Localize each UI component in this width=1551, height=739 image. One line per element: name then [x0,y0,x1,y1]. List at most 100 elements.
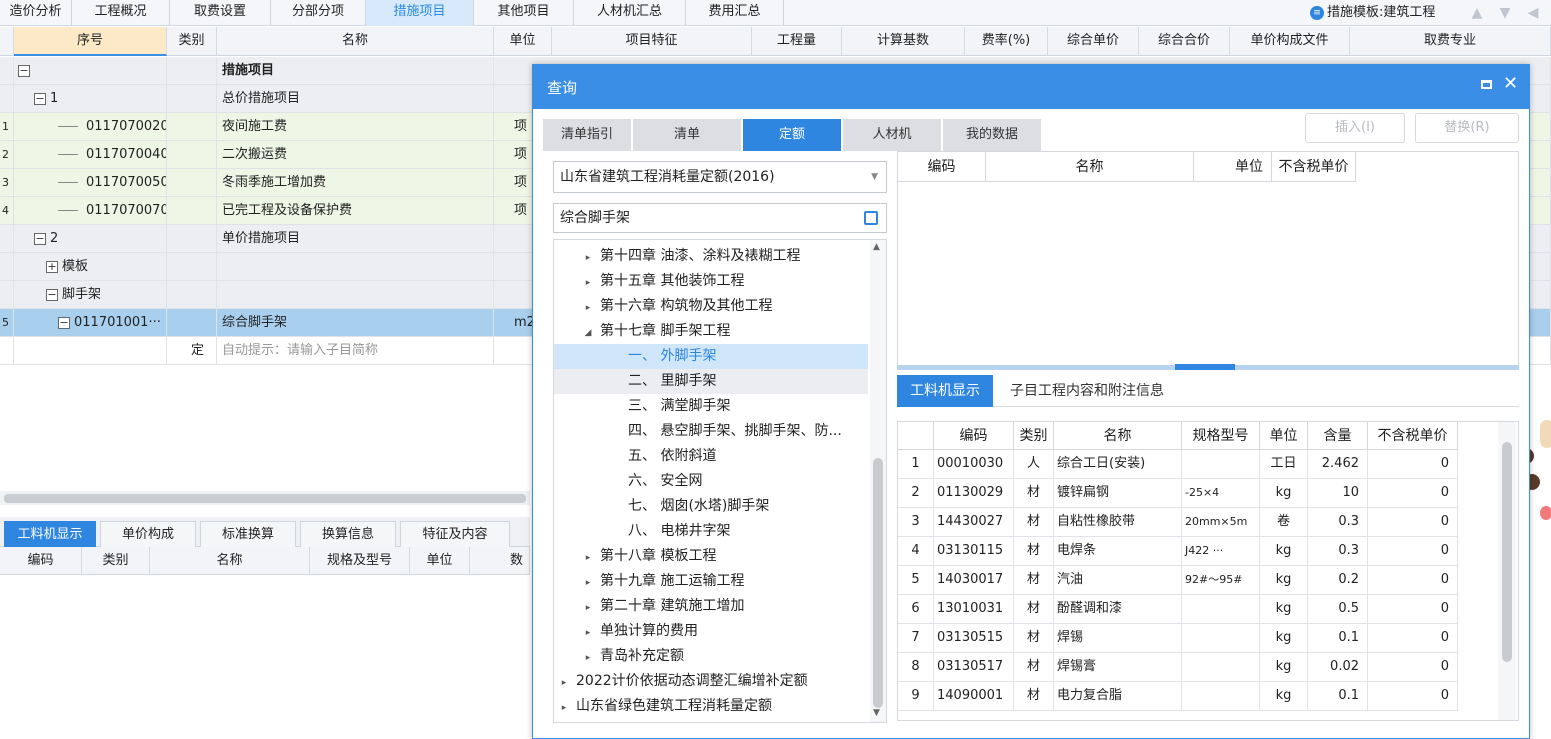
dialog-tab-quota[interactable]: 定额 [743,119,841,151]
row-seq-cell[interactable]: −1 [14,85,167,112]
header-calc-base[interactable]: 计算基数 [842,27,965,56]
dialog-tab-materials[interactable]: 人材机 [843,119,941,151]
scroll-thumb[interactable] [1502,442,1512,662]
tree-vertical-scrollbar[interactable]: ▲ ▼ [870,240,886,722]
tree-node[interactable]: ▸ 第十四章 油漆、涂料及裱糊工程 [554,244,868,269]
dialog-tab-bill[interactable]: 清单 [633,119,741,151]
caret-down-icon[interactable]: ◢ [582,321,594,346]
bottom-tab-materials[interactable]: 工料机显示 [4,521,96,547]
caret-right-icon[interactable]: ▸ [582,571,594,596]
row-type[interactable] [167,253,217,280]
arrow-up-icon[interactable]: ▲ [1468,3,1486,23]
row-type[interactable] [167,57,217,84]
material-row[interactable]: 7 03130515 材焊锡 kg 0.1 0 [898,624,1458,653]
row-seq-cell[interactable]: + 模板 [14,253,167,280]
header-name[interactable]: 名称 [217,27,494,56]
tree-node[interactable]: ▸ 第十九章 施工运输工程 [554,569,868,594]
tree-node[interactable]: 三、 满堂脚手架 [554,394,868,419]
dialog-tab-bill-guide[interactable]: 清单指引 [543,119,631,151]
arrow-left-icon[interactable]: ◀ [1524,3,1542,23]
detail-tab-materials[interactable]: 工料机显示 [897,375,993,407]
materials-vertical-scrollbar[interactable] [1498,422,1516,720]
scroll-thumb[interactable] [873,458,883,708]
header-fee-specialty[interactable]: 取费专业 [1350,27,1551,56]
material-row[interactable]: 4 03130115 材电焊条 J422 ··· kg 0.3 0 [898,537,1458,566]
bottom-tab-standard-conversion[interactable]: 标准换算 [200,521,296,547]
caret-right-icon[interactable]: ▸ [582,546,594,571]
material-row[interactable]: 2 01130029 材镀锌扁钢 -25×4 kg 10 0 [898,479,1458,508]
row-seq-cell[interactable] [14,337,167,364]
collapse-icon[interactable]: − [34,92,46,105]
row-name[interactable] [217,253,494,280]
insert-button[interactable]: 插入(I) [1305,113,1405,143]
row-name[interactable]: 综合脚手架 [217,309,494,336]
row-type[interactable] [167,309,217,336]
header-feature[interactable]: 项目特征 [552,27,752,56]
material-row[interactable]: 5 14030017 材汽油 92#～95# kg 0.2 0 [898,566,1458,595]
header-unit[interactable]: 单位 [494,27,552,56]
dialog-title-bar[interactable]: 查询 ✕ [533,65,1529,109]
tree-node[interactable]: 五、 依附斜道 [554,444,868,469]
caret-right-icon[interactable]: ▸ [582,646,594,671]
scroll-thumb[interactable] [4,494,526,503]
splitter-handle[interactable] [1175,364,1235,370]
row-name[interactable]: 措施项目 [217,57,494,84]
tree-node[interactable]: ▸ 2022计价依据动态调整汇编增补定额 [554,669,868,694]
row-name[interactable]: 总价措施项目 [217,85,494,112]
tree-node[interactable]: 二、 里脚手架 [554,369,868,394]
header-unit-price[interactable]: 综合单价 [1048,27,1139,56]
expand-icon[interactable]: + [46,260,58,273]
row-name[interactable]: 二次搬运费 [217,141,494,168]
tree-node[interactable]: ▸ 第十五章 其他装饰工程 [554,269,868,294]
collapse-icon[interactable]: − [34,232,46,245]
tree-node[interactable]: ▸ 青岛补充定额 [554,644,868,669]
dialog-tab-my-data[interactable]: 我的数据 [943,119,1041,151]
arrow-down-icon[interactable]: ▼ [1496,3,1514,23]
scroll-down-icon[interactable]: ▼ [873,708,880,718]
tree-node[interactable]: 八、 电梯井字架 [554,519,868,544]
tab-fee-settings[interactable]: 取费设置 [170,0,271,26]
pane-splitter[interactable] [897,364,1519,370]
header-quantity[interactable]: 工程量 [752,27,842,56]
material-row[interactable]: 1 00010030 人综合工日(安装) 工日 2.462 0 [898,450,1458,479]
header-price-file[interactable]: 单价构成文件 [1230,27,1350,56]
row-type[interactable] [167,281,217,308]
header-total-price[interactable]: 综合合价 [1139,27,1230,56]
close-icon[interactable]: ✕ [1503,73,1518,94]
caret-right-icon[interactable]: ▸ [582,271,594,296]
caret-right-icon[interactable]: ▸ [558,696,570,721]
replace-button[interactable]: 替换(R) [1415,113,1519,143]
collapse-icon[interactable]: − [46,288,58,301]
grid-horizontal-scrollbar[interactable] [0,491,530,505]
caret-right-icon[interactable]: ▸ [558,671,570,696]
tab-cost-analysis[interactable]: 造价分析 [0,0,72,26]
tab-measure-items[interactable]: 措施项目 [366,0,474,26]
material-row[interactable]: 3 14430027 材自粘性橡胶带 20mm×5m 卷 0.3 0 [898,508,1458,537]
row-type[interactable] [167,113,217,140]
material-row[interactable]: 9 14090001 材电力复合脂 kg 0.1 0 [898,682,1458,711]
row-name[interactable]: 夜间施工费 [217,113,494,140]
collapse-icon[interactable]: − [58,316,70,329]
tree-node[interactable]: 一、 外脚手架 [554,344,868,369]
quota-library-select[interactable]: 山东省建筑工程消耗量定额(2016) ▼ [553,161,887,193]
row-seq-cell[interactable]: 011707005001 [14,169,167,196]
material-row[interactable]: 6 13010031 材酚醛调和漆 kg 0.5 0 [898,595,1458,624]
bottom-tab-unit-price[interactable]: 单价构成 [100,521,196,547]
tree-node[interactable]: ▸ 第十六章 构筑物及其他工程 [554,294,868,319]
template-selector[interactable]: ≡ 措施模板:建筑工程 [1310,2,1435,24]
detail-tab-work-content[interactable]: 子目工程内容和附注信息 [997,375,1177,407]
caret-right-icon[interactable]: ▸ [582,296,594,321]
row-seq-cell[interactable]: 011707007001 [14,197,167,224]
tab-project-overview[interactable]: 工程概况 [72,0,170,26]
caret-right-icon[interactable]: ▸ [582,246,594,271]
row-seq-cell[interactable]: − [14,57,167,84]
row-seq-cell[interactable]: 011707002001 [14,113,167,140]
row-name[interactable] [217,281,494,308]
bottom-tab-conversion-info[interactable]: 换算信息 [300,521,396,547]
bottom-tab-features[interactable]: 特征及内容 [400,521,510,547]
row-seq-cell[interactable]: 011707004001 [14,141,167,168]
tree-node[interactable]: ▸ 单独计算的费用 [554,619,868,644]
row-seq-cell[interactable]: −2 [14,225,167,252]
caret-right-icon[interactable]: ▸ [582,596,594,621]
row-name[interactable]: 冬雨季施工增加费 [217,169,494,196]
